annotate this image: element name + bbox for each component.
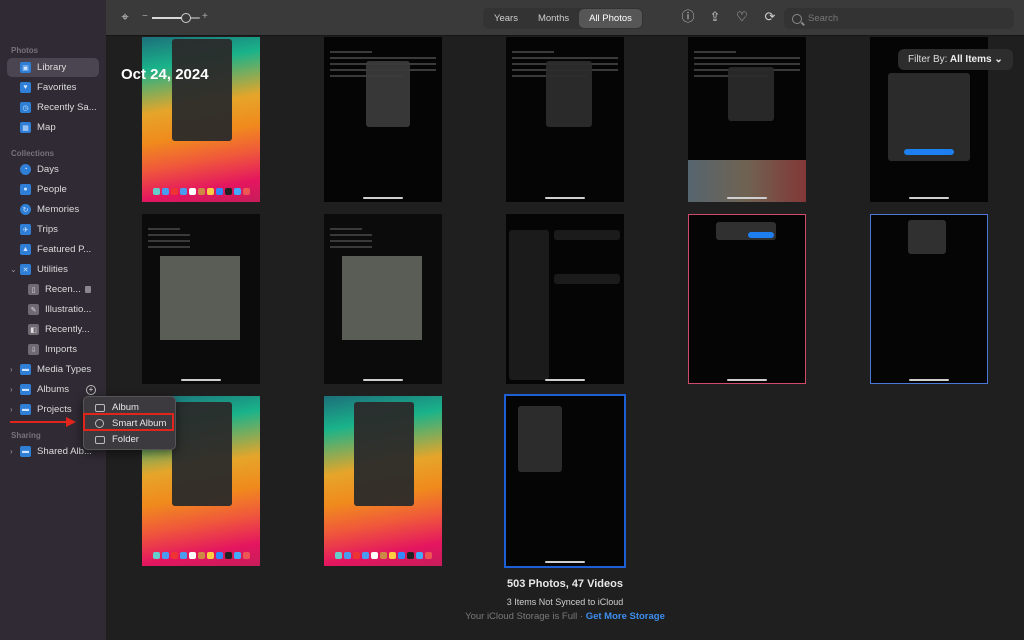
map-icon: ▦	[20, 122, 31, 133]
zoom-slider-knob[interactable]	[180, 13, 191, 23]
illustrations-icon: ✎	[28, 304, 39, 315]
rotate-icon[interactable]: ⟳	[763, 10, 777, 24]
filter-dropdown[interactable]: Filter By: All Items ⌄	[898, 49, 1013, 70]
share-icon[interactable]: ⇪	[708, 10, 722, 24]
menu-item-folder[interactable]: Folder	[84, 432, 177, 447]
sidebar-item-recently-edited[interactable]: ◧ Recently...	[7, 320, 99, 339]
photo-thumbnail[interactable]	[324, 37, 442, 202]
search-icon	[792, 13, 802, 24]
sidebar-item-illustrations[interactable]: ✎ Illustratio...	[7, 300, 99, 319]
sidebar: Photos ▣ Library ♥ Favorites ◷ Recently …	[0, 0, 106, 640]
annotation-highlight-box	[83, 413, 174, 431]
photo-thumbnail[interactable]	[324, 396, 442, 566]
album-icon	[95, 403, 105, 412]
search-input[interactable]	[808, 13, 998, 24]
photo-thumbnail[interactable]	[688, 214, 806, 384]
sidebar-item-imports[interactable]: ⇩ Imports	[7, 340, 99, 359]
memories-icon: ↻	[20, 204, 31, 215]
sidebar-item-utilities[interactable]: ⌄ ✕ Utilities	[7, 260, 99, 279]
chevron-right-icon[interactable]: ›	[10, 405, 13, 414]
section-header-sharing: Sharing	[11, 431, 41, 440]
trash-icon: ▯	[28, 284, 39, 295]
sidebar-item-media-types[interactable]: › ▬ Media Types	[7, 360, 99, 379]
get-more-storage-link[interactable]: Get More Storage	[586, 611, 665, 622]
trips-icon: ✈	[20, 224, 31, 235]
view-tabs: Years Months All Photos	[483, 8, 643, 29]
photo-thumbnail[interactable]	[324, 214, 442, 384]
zoom-out-icon[interactable]: −	[142, 11, 148, 22]
recently-saved-icon: ◷	[20, 102, 31, 113]
tab-months[interactable]: Months	[528, 9, 579, 28]
heart-icon[interactable]: ♡	[735, 10, 749, 24]
sidebar-item-library[interactable]: ▣ Library	[7, 58, 99, 77]
days-icon: ◔	[20, 164, 31, 175]
photo-thumbnail[interactable]	[142, 214, 260, 384]
section-header-photos: Photos	[11, 46, 39, 55]
chevron-down-icon: ⌄	[994, 54, 1003, 65]
chevron-down-icon[interactable]: ⌄	[10, 265, 17, 274]
chevron-right-icon[interactable]: ›	[10, 447, 13, 456]
featured-photos-icon: ▲	[20, 244, 31, 255]
date-header: Oct 24, 2024	[121, 66, 209, 83]
photo-thumbnail[interactable]	[506, 37, 624, 202]
photo-thumbnail[interactable]	[870, 214, 988, 384]
shared-albums-icon: ▬	[20, 446, 31, 457]
photo-thumbnail[interactable]	[506, 214, 624, 384]
storage-status: Your iCloud Storage is Full · Get More S…	[465, 611, 665, 622]
chevron-right-icon[interactable]: ›	[10, 365, 13, 374]
folder-icon: ▬	[20, 384, 31, 395]
people-icon: ●	[20, 184, 31, 195]
photo-thumbnail-selected[interactable]	[504, 394, 626, 568]
tab-all-photos[interactable]: All Photos	[579, 9, 642, 28]
utilities-icon: ✕	[20, 264, 31, 275]
lock-icon	[84, 286, 91, 293]
folder-icon: ▬	[20, 364, 31, 375]
info-icon[interactable]: ⓘ	[681, 10, 695, 24]
sidebar-item-featured-photos[interactable]: ▲ Featured P...	[7, 240, 99, 259]
search-field[interactable]	[784, 8, 1014, 29]
zoom-slider[interactable]: − +	[142, 11, 210, 24]
sidebar-item-people[interactable]: ● People	[7, 180, 99, 199]
toolbar: ⌖ − + Years Months All Photos ⓘ ⇪ ♡ ⟳	[106, 0, 1024, 36]
section-header-collections: Collections	[11, 149, 55, 158]
heart-icon: ♥	[20, 82, 31, 93]
sidebar-item-favorites[interactable]: ♥ Favorites	[7, 78, 99, 97]
photo-thumbnail[interactable]	[142, 37, 260, 202]
folder-icon: ▬	[20, 404, 31, 415]
sidebar-item-memories[interactable]: ↻ Memories	[7, 200, 99, 219]
folder-icon	[95, 435, 105, 444]
sidebar-item-map[interactable]: ▦ Map	[7, 118, 99, 137]
annotation-arrow	[10, 417, 76, 427]
sidebar-item-trips[interactable]: ✈ Trips	[7, 220, 99, 239]
library-icon: ▣	[20, 62, 31, 73]
add-album-button[interactable]: +	[86, 384, 96, 395]
imports-icon: ⇩	[28, 344, 39, 355]
chevron-right-icon[interactable]: ›	[10, 385, 13, 394]
zoom-in-icon[interactable]: +	[202, 11, 208, 22]
aspect-ratio-icon[interactable]: ⌖	[118, 10, 132, 24]
sidebar-item-recently-saved[interactable]: ◷ Recently Sa...	[7, 98, 99, 117]
photo-thumbnail[interactable]	[688, 37, 806, 202]
item-count: 503 Photos, 47 Videos	[507, 578, 623, 590]
sidebar-item-days[interactable]: ◔ Days	[7, 160, 99, 179]
photo-grid: Oct 24, 2024 Filter By: All Items ⌄ 503 …	[106, 37, 1024, 640]
sidebar-item-recently-deleted[interactable]: ▯ Recen...	[7, 280, 99, 299]
tab-years[interactable]: Years	[484, 9, 528, 28]
recently-edited-icon: ◧	[28, 324, 39, 335]
sync-status: 3 Items Not Synced to iCloud	[506, 597, 624, 607]
